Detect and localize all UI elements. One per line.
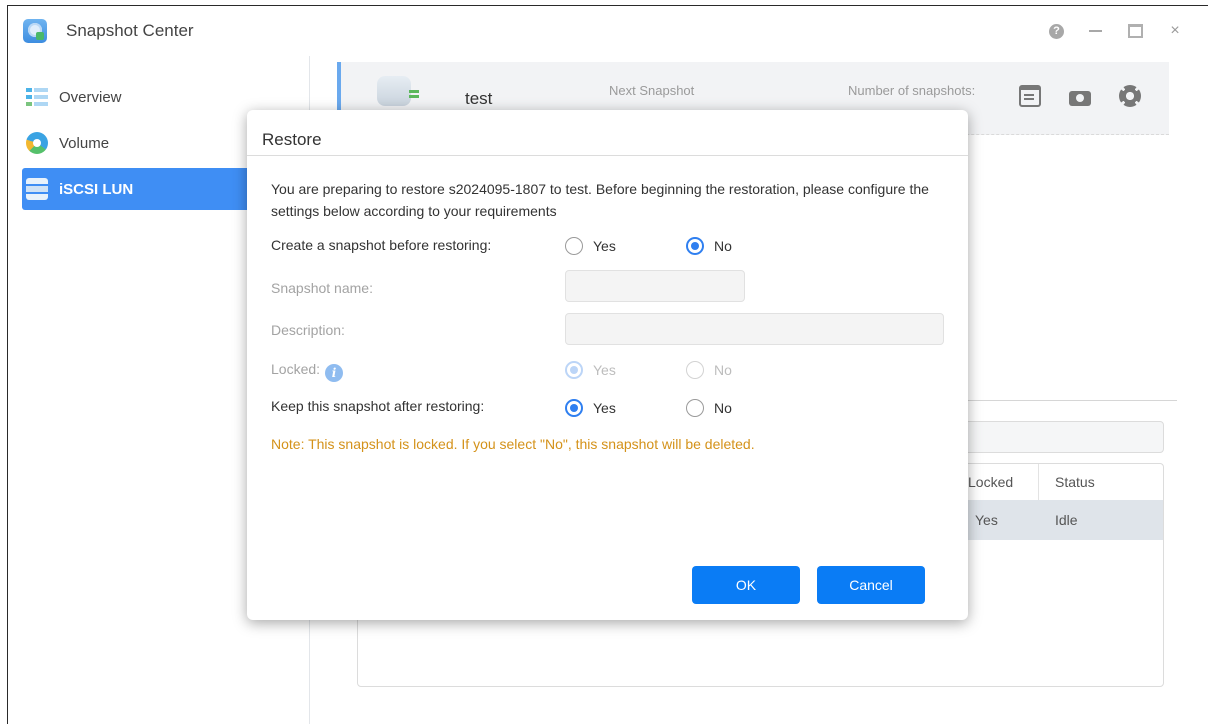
cancel-button[interactable]: Cancel (817, 566, 925, 604)
radio-circle (686, 237, 704, 255)
minimize-icon[interactable] (1086, 22, 1104, 40)
keep-snapshot-label: Keep this snapshot after restoring: (271, 398, 485, 414)
sidebar-item-label: Volume (59, 134, 110, 152)
radio-circle (565, 237, 583, 255)
window-controls: ? × (1049, 22, 1184, 40)
radio-circle (686, 399, 704, 417)
description-label: Description: (271, 322, 345, 338)
locked-yes-radio[interactable]: Yes (565, 361, 616, 379)
dialog-title: Restore (247, 110, 968, 156)
snapshot-name-label: Snapshot name: (271, 280, 373, 296)
sidebar-item-label: Overview (59, 88, 122, 106)
locked-warning-note: Note: This snapshot is locked. If you se… (271, 436, 755, 452)
lun-status-icon (377, 76, 419, 110)
cell-locked: Yes (975, 512, 998, 528)
radio-label: Yes (593, 400, 616, 416)
lun-disk-icon (26, 178, 48, 200)
radio-label: No (714, 362, 732, 378)
info-icon[interactable]: i (325, 364, 344, 382)
maximize-icon[interactable] (1126, 22, 1144, 40)
radio-label: Yes (593, 362, 616, 378)
cell-status: Idle (1055, 512, 1078, 528)
title-bar: Snapshot Center ? × (8, 6, 1208, 56)
column-header-locked[interactable]: Locked (968, 464, 1013, 500)
locked-label-text: Locked: (271, 361, 321, 377)
radio-label: No (714, 400, 732, 416)
restore-dialog: Restore You are preparing to restore s20… (247, 110, 968, 620)
keep-snapshot-no-radio[interactable]: No (686, 399, 732, 417)
overview-icon (26, 86, 48, 108)
create-snapshot-no-radio[interactable]: No (686, 237, 732, 255)
keep-snapshot-yes-radio[interactable]: Yes (565, 399, 616, 417)
snapshot-name-input[interactable] (565, 270, 745, 302)
radio-circle (565, 399, 583, 417)
window-title: Snapshot Center (66, 21, 194, 40)
radio-label: Yes (593, 238, 616, 254)
lun-name: test (465, 89, 493, 108)
locked-label: Locked: i (271, 361, 344, 382)
settings-gear-icon[interactable] (1119, 85, 1141, 107)
radio-label: No (714, 238, 732, 254)
dialog-intro-text: You are preparing to restore s2024095-18… (271, 181, 929, 219)
ok-button[interactable]: OK (692, 566, 800, 604)
card-toolbar (1019, 85, 1141, 107)
sidebar-item-label: iSCSI LUN (59, 180, 134, 198)
schedule-icon[interactable] (1019, 85, 1041, 107)
create-snapshot-label: Create a snapshot before restoring: (271, 237, 492, 253)
help-icon[interactable]: ? (1049, 23, 1064, 39)
radio-circle (686, 361, 704, 379)
volume-pie-icon (26, 132, 48, 154)
radio-circle (565, 361, 583, 379)
take-snapshot-icon[interactable] (1067, 85, 1093, 107)
close-icon[interactable]: × (1166, 22, 1184, 40)
snapshot-center-app-icon (23, 19, 47, 43)
locked-no-radio[interactable]: No (686, 361, 732, 379)
column-header-status[interactable]: Status (1038, 464, 1095, 500)
next-snapshot-label: Next Snapshot (609, 83, 695, 98)
number-of-snapshots-label: Number of snapshots: (848, 83, 976, 98)
create-snapshot-yes-radio[interactable]: Yes (565, 237, 616, 255)
description-input[interactable] (565, 313, 944, 345)
